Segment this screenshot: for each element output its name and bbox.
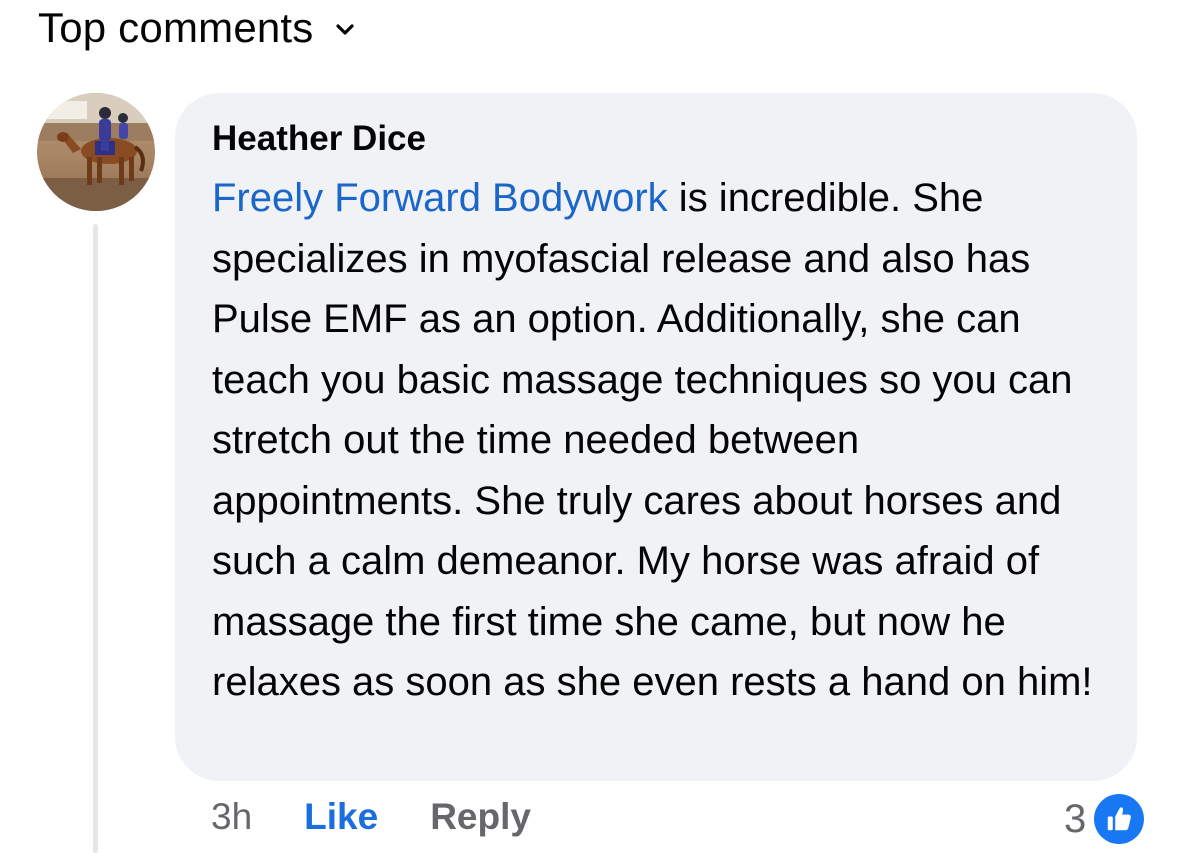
comment-sort-dropdown[interactable]: Top comments [38, 4, 358, 52]
comments-section: Top comments Heather Dice Freely Forward… [0, 0, 1179, 853]
reaction-count: 3 [1064, 796, 1087, 841]
reply-button[interactable]: Reply [430, 796, 531, 838]
comment-actions: 3h Like Reply [211, 796, 531, 838]
like-button[interactable]: Like [304, 796, 378, 838]
avatar[interactable] [37, 93, 155, 211]
comment-bubble: Heather Dice Freely Forward Bodywork is … [175, 93, 1137, 781]
chevron-down-icon [332, 17, 358, 43]
thumbs-up-icon [1094, 794, 1145, 844]
comment-timestamp[interactable]: 3h [211, 796, 252, 838]
sort-label: Top comments [38, 4, 314, 51]
comment-text: Freely Forward Bodywork is incredible. S… [212, 168, 1112, 713]
mention-link[interactable]: Freely Forward Bodywork [212, 176, 668, 220]
comment-body: is incredible. She specializes in myofas… [212, 176, 1093, 704]
thread-line [93, 224, 98, 853]
reaction-summary[interactable]: 3 [1064, 794, 1145, 844]
comment-author[interactable]: Heather Dice [212, 117, 1107, 161]
